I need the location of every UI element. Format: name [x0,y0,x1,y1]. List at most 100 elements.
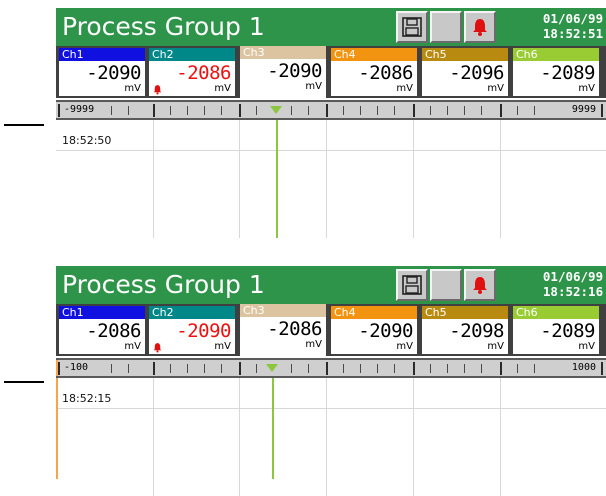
date-time-display: 01/06/99 18:52:16 [542,269,604,299]
scale-tick [601,362,603,375]
scale-tick [204,106,205,115]
trend-timestamp: 18:52:50 [62,134,112,147]
channel-unit: mV [214,83,231,94]
channel-6[interactable]: Ch6 -2089 mV [513,48,599,96]
channel-label: Ch2 [149,48,235,61]
channel-unit: mV [487,83,504,94]
scale-tick [204,364,205,373]
scale-max: 1000 [571,362,596,373]
grid-line [326,120,327,238]
channel-1[interactable]: Ch1 -2090 mV [59,48,145,96]
channel-5[interactable]: Ch5 -2098 mV [422,306,508,354]
scale-tick [430,364,431,373]
scale-tick [308,106,309,115]
channel-label: Ch6 [513,306,599,319]
scale-tick [256,106,257,115]
channel-2[interactable]: Ch2 -2086 mV [149,48,235,96]
floppy-disk-icon [402,275,422,295]
alarm-bell-icon [153,85,162,95]
scale-tick [111,106,112,115]
channel-4[interactable]: Ch4 -2090 mV [331,306,417,354]
channel-2[interactable]: Ch2 -2090 mV [149,306,235,354]
scale-tick [291,364,292,373]
scale-tick [170,364,171,373]
grid-line [56,150,606,151]
trend-timestamp: 18:52:15 [62,392,112,405]
group-title[interactable]: Process Group 1 [62,12,265,42]
grid-line [500,378,501,496]
header-bar: Process Group 1 01/06/99 18:52:51 [56,8,606,46]
blank-button[interactable] [430,269,462,301]
scale-tick [221,364,222,373]
scale-pointer [266,364,278,372]
scale-tick [447,364,448,373]
scale-min: -100 [64,362,89,373]
save-button[interactable] [396,269,428,301]
channel-unit: mV [578,341,595,352]
channel-4[interactable]: Ch4 -2086 mV [331,48,417,96]
scale-tick [58,104,60,117]
channel-value: -2090 [267,60,322,82]
scale-tick [517,364,518,373]
channel-value: -2086 [176,62,231,84]
scale-tick [128,364,129,373]
bell-icon [473,19,487,36]
channel-label: Ch6 [513,48,599,61]
scale-tick [221,106,222,115]
scale-tick [58,362,60,375]
channel-value: -2086 [267,318,322,340]
channel-value: -2089 [540,320,595,342]
alarm-button[interactable] [464,269,496,301]
group-title[interactable]: Process Group 1 [62,270,265,300]
channel-value: -2098 [449,320,504,342]
channel-unit: mV [396,83,413,94]
scale-tick [534,364,535,373]
scale-tick [517,106,518,115]
scale-tick [534,106,535,115]
grid-line [239,378,240,496]
grid-line [500,120,501,238]
date-time-display: 01/06/99 18:52:51 [542,11,604,41]
channel-3[interactable]: Ch3 -2086 mV [240,304,326,356]
grid-line [413,120,414,238]
scale-max: 9999 [571,104,596,115]
scale-tick [239,362,241,375]
annotation-leader-line-2 [4,381,44,383]
scale-tick [464,364,465,373]
channel-label: Ch3 [240,304,326,317]
grid-line [56,408,606,409]
channel-unit: mV [487,341,504,352]
channel-value: -2090 [176,320,231,342]
grid-line [239,120,240,238]
scale-tick [601,104,603,117]
channel-unit: mV [214,341,231,352]
channel-value: -2089 [540,62,595,84]
scale-tick [239,104,241,117]
scale-tick [394,364,395,373]
channel-3[interactable]: Ch3 -2090 mV [240,46,326,98]
channel-strip: Ch1 -2090 mV Ch2 -2086 mV Ch3 -2090 mV C… [56,46,606,98]
scale-tick [413,104,415,117]
save-button[interactable] [396,11,428,43]
scale-tick [170,106,171,115]
channel-1[interactable]: Ch1 -2086 mV [59,306,145,354]
scale-tick [291,106,292,115]
channel-unit: mV [578,83,595,94]
grid-line [413,378,414,496]
time-text: 18:52:16 [542,284,604,299]
blank-button[interactable] [430,11,462,43]
scale-tick [464,106,465,115]
grid-line [153,378,154,496]
channel-6[interactable]: Ch6 -2089 mV [513,306,599,354]
channel-label: Ch2 [149,306,235,319]
channel-value: -2086 [86,320,141,342]
floppy-disk-icon [402,17,422,37]
alarm-button[interactable] [464,11,496,43]
scale-min: -9999 [64,104,95,115]
channel-trace [272,378,274,479]
date-text: 01/06/99 [542,269,604,284]
time-text: 18:52:51 [542,26,604,41]
channel-unit: mV [305,339,322,350]
scale-tick [343,364,344,373]
channel-5[interactable]: Ch5 -2096 mV [422,48,508,96]
